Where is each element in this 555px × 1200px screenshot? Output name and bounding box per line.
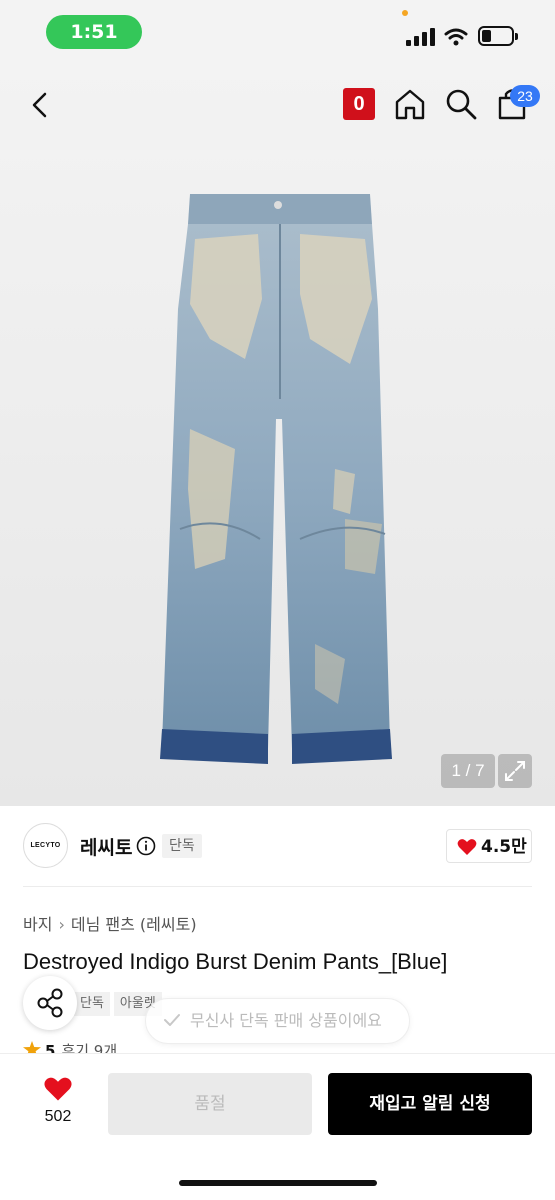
image-counter: 1 / 7 [441, 754, 495, 788]
like-button[interactable]: 502 [30, 1074, 86, 1130]
like-count: 502 [44, 1108, 72, 1125]
brand-like-count: 4.5만 [481, 837, 527, 857]
back-arrow-icon[interactable] [26, 90, 56, 120]
check-icon [164, 1014, 180, 1026]
brand-like-button[interactable]: 4.5만 [446, 829, 532, 863]
battery-icon [478, 26, 518, 46]
info-icon[interactable] [136, 836, 156, 856]
brand-logo[interactable]: LECYTO [23, 823, 68, 868]
share-button[interactable] [23, 976, 77, 1030]
heart-icon [457, 839, 477, 855]
bottom-action-bar: 502 품절 재입고 알림 신청 [0, 1053, 555, 1200]
cart-count-badge: 23 [510, 85, 540, 107]
musinsa-logo-button[interactable]: 0 [343, 88, 375, 120]
product-tag: 단독 [74, 992, 110, 1016]
home-indicator [179, 1180, 377, 1186]
divider [23, 886, 532, 887]
brand-exclusive-tag: 단독 [162, 834, 202, 858]
chevron-right-icon: › [58, 915, 65, 934]
home-icon[interactable] [392, 86, 428, 122]
search-icon[interactable] [443, 86, 479, 122]
status-bar: 1:51 [0, 0, 555, 64]
brand-row: LECYTO 레씨토 단독 4.5만 [0, 806, 555, 886]
wifi-icon [444, 28, 468, 46]
status-time: 1:51 [46, 15, 142, 49]
product-gallery[interactable]: 0 1 / 7 [0, 64, 555, 806]
breadcrumb-category-denim[interactable]: 데님 팬츠 (레씨토) [71, 915, 197, 934]
privacy-indicator [402, 10, 408, 16]
heart-icon [44, 1077, 72, 1101]
brand-name[interactable]: 레씨토 [80, 833, 132, 860]
soldout-button[interactable]: 품절 [108, 1073, 312, 1135]
breadcrumb: 바지 › 데님 팬츠 (레씨토) [23, 911, 197, 935]
product-title: Destroyed Indigo Burst Denim Pants_[Blue… [23, 949, 448, 974]
breadcrumb-category-pants[interactable]: 바지 [23, 915, 52, 934]
share-icon [37, 988, 63, 1018]
cellular-signal-icon [406, 28, 436, 46]
exclusive-sale-text: 무신사 단독 판매 상품이에요 [190, 1011, 382, 1030]
exclusive-sale-notice: 무신사 단독 판매 상품이에요 [145, 998, 410, 1044]
expand-icon[interactable] [498, 754, 532, 788]
restock-alert-button[interactable]: 재입고 알림 신청 [328, 1073, 532, 1135]
product-image-jeans[interactable] [150, 189, 410, 789]
